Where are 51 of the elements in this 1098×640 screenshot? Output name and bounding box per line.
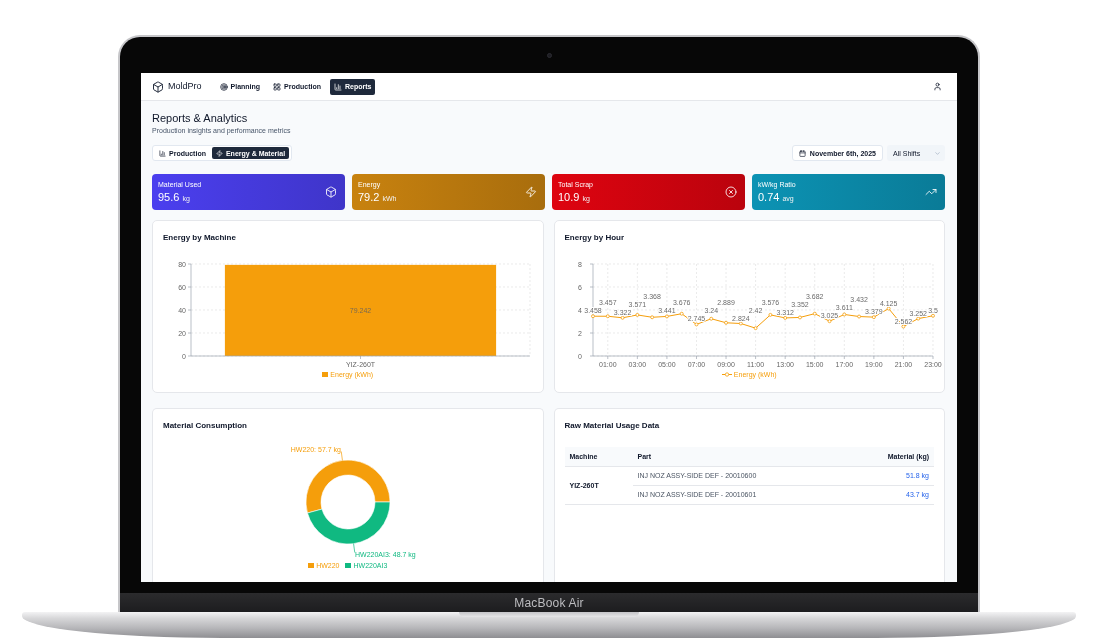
- grid-icon: [273, 82, 282, 91]
- data-point: [841, 312, 846, 317]
- card-title: Energy by Machine: [163, 233, 237, 243]
- target-icon: [219, 82, 228, 91]
- data-point: [679, 311, 684, 316]
- bar-chart-icon: [334, 82, 343, 91]
- data-point: [753, 326, 757, 331]
- data-point: [915, 316, 920, 321]
- data-point: [605, 314, 610, 319]
- data-point: [723, 320, 728, 325]
- page-title: Reports & Analytics: [152, 112, 249, 125]
- data-point: [620, 315, 624, 320]
- logo-cube-icon: [152, 80, 164, 93]
- data-point: [797, 315, 802, 320]
- data-point: [827, 319, 831, 324]
- kpi-value: 10.9: [558, 190, 580, 204]
- device-label: MacBook Air: [514, 595, 584, 610]
- kpi-value: 95.6: [158, 190, 180, 204]
- label-leader-line: [340, 451, 343, 461]
- data-point: [856, 314, 861, 319]
- card-title: Energy by Hour: [564, 233, 626, 243]
- data-point: [768, 313, 772, 317]
- data-point: [649, 315, 654, 320]
- calendar-icon: [798, 149, 806, 157]
- data-point: [930, 313, 935, 318]
- label-leader-line: [353, 543, 356, 553]
- x-circle-icon: [725, 186, 737, 198]
- chevron-down-icon: [934, 149, 941, 157]
- user-icon[interactable]: [933, 82, 942, 91]
- bar-chart-icon: [159, 149, 166, 157]
- data-point: [812, 311, 817, 316]
- data-point: [708, 316, 713, 321]
- card-title: Material Consumption: [163, 421, 248, 431]
- trending-up-icon: [925, 186, 937, 198]
- camera-icon: [546, 52, 552, 58]
- kpi-value: 79.2: [358, 190, 380, 204]
- brand-name: MoldPro: [168, 81, 202, 92]
- data-point: [886, 306, 891, 311]
- cube-icon: [325, 186, 337, 198]
- data-point: [590, 314, 595, 319]
- data-point: [871, 315, 876, 320]
- data-point: [694, 322, 698, 327]
- lightning-icon: [525, 186, 537, 198]
- data-point: [901, 324, 905, 329]
- lightning-icon: [215, 149, 223, 157]
- card-title: Raw Material Usage Data: [564, 421, 661, 431]
- kpi-value: 0.74: [758, 190, 780, 204]
- data-point: [634, 313, 639, 317]
- data-point: [738, 321, 743, 326]
- data-point: [782, 316, 787, 320]
- data-point: [664, 314, 669, 319]
